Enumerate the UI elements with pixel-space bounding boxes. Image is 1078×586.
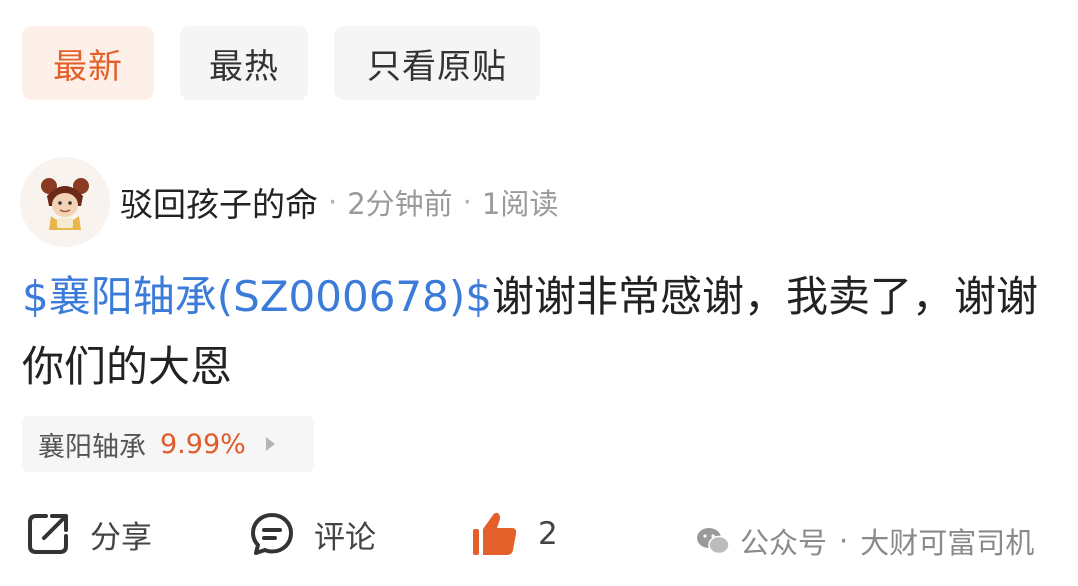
share-button[interactable]: 分享 (24, 510, 248, 558)
comment-icon (251, 513, 293, 555)
avatar-image (41, 178, 89, 230)
watermark-name: 大财可富司机 (860, 526, 1035, 560)
meta-separator: · (328, 185, 338, 219)
tab-hottest[interactable]: 最热 (180, 26, 308, 100)
username[interactable]: 驳回孩子的命 (120, 178, 318, 226)
watermark: 公众号 · 大财可富司机 (696, 520, 1034, 562)
stock-name: 襄阳轴承 (38, 431, 146, 463)
share-icon (28, 514, 68, 554)
sort-tabs: 最新 最热 只看原贴 (22, 26, 540, 100)
chevron-right-icon (265, 437, 275, 451)
stock-quote-chip[interactable]: 襄阳轴承 9.99% (22, 416, 314, 472)
watermark-account: 公众号 (740, 526, 828, 560)
tab-latest[interactable]: 最新 (22, 26, 154, 100)
thumbs-up-icon (473, 512, 517, 555)
wechat-icon (697, 528, 730, 555)
avatar[interactable] (20, 157, 110, 247)
comment-button[interactable]: 评论 (248, 510, 470, 558)
post-time: 2分钟前 (347, 187, 453, 221)
comment-label: 评论 (314, 519, 376, 556)
like-count: 2 (538, 516, 558, 552)
post-content: $襄阳轴承(SZ000678)$谢谢非常感谢，我卖了，谢谢你们的大恩 (22, 262, 1042, 402)
like-button[interactable]: 2 (470, 509, 558, 559)
read-count: 1阅读 (481, 187, 559, 221)
watermark-separator: · (839, 524, 849, 558)
meta-separator: · (462, 185, 472, 219)
post-actions: 分享 评论 2 (24, 506, 558, 562)
stock-change: 9.99% (160, 428, 246, 460)
share-label: 分享 (90, 519, 152, 556)
post-header: 驳回孩子的命 · 2分钟前 · 1阅读 (20, 156, 558, 248)
stock-tag-link[interactable]: $襄阳轴承(SZ000678)$ (22, 272, 492, 321)
tab-original-only[interactable]: 只看原贴 (334, 26, 540, 100)
